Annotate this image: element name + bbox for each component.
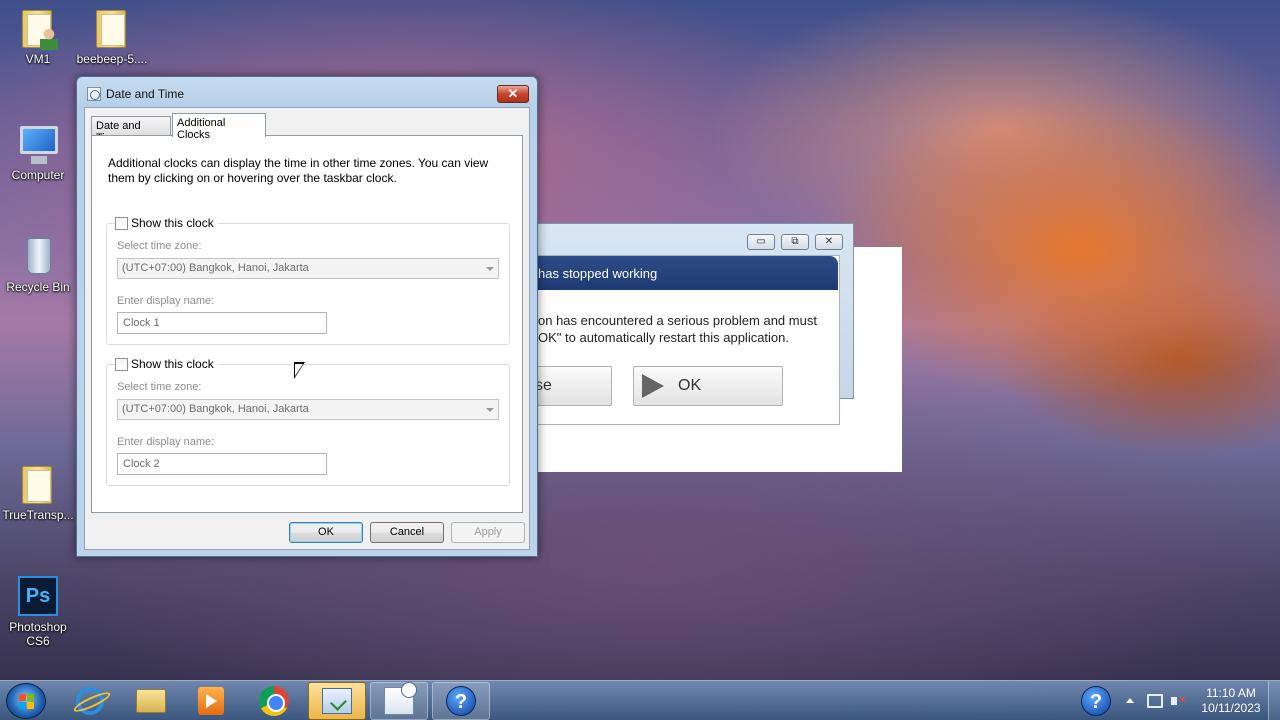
error-title: has stopped working (538, 256, 838, 290)
ok-button[interactable]: OK (289, 522, 363, 543)
desktop-icon-beebeep[interactable]: beebeep-5.... (74, 6, 150, 66)
timezone-label: Select time zone: (117, 381, 202, 393)
date-time-app-icon (322, 688, 352, 714)
error-message-line: on has encountered a serious problem and… (538, 313, 817, 328)
taskbar: ? ? 11:10 AM 10/11/2023 (0, 680, 1280, 720)
minimize-button[interactable]: ▭ (747, 234, 775, 250)
tray-time: 11:10 AM (1206, 686, 1256, 700)
play-icon (642, 374, 664, 398)
show-hidden-icons-button[interactable] (1126, 698, 1134, 703)
show-clock-label: Show this clock (131, 216, 214, 230)
taskbar-chrome[interactable] (245, 682, 303, 720)
error-ok-button[interactable]: OK (633, 366, 783, 406)
desktop-icon-vm1[interactable]: VM1 (0, 6, 76, 66)
help-icon: ? (1081, 686, 1111, 716)
cancel-button[interactable]: Cancel (370, 522, 444, 543)
folder-icon (90, 6, 134, 50)
tab-additional-clocks[interactable]: Additional Clocks (172, 113, 266, 141)
dialog-body: Date and Time Additional Clocks Addition… (84, 107, 530, 550)
taskbar-file-explorer[interactable] (122, 682, 180, 720)
display-name-input-2[interactable]: Clock 2 (117, 453, 327, 475)
desktop-icon-truetransp[interactable]: TrueTransp... (0, 462, 76, 522)
restore-button[interactable]: ⧉ (781, 234, 809, 250)
chevron-down-icon (486, 267, 494, 271)
clock-app-icon (384, 682, 417, 715)
clock-group-2: Show this clock Select time zone: (UTC+0… (106, 357, 510, 486)
timezone-value: (UTC+07:00) Bangkok, Hanoi, Jakarta (122, 262, 309, 274)
timezone-select-1[interactable]: (UTC+07:00) Bangkok, Hanoi, Jakarta (117, 258, 499, 279)
file-explorer-icon (136, 689, 166, 713)
desktop-icon-label: VM1 (25, 52, 51, 66)
error-ok-label: OK (678, 377, 702, 394)
desktop-icon-photoshop[interactable]: Ps Photoshop CS6 (0, 574, 76, 648)
show-clock-1-checkbox[interactable]: Show this clock (115, 216, 218, 230)
error-message: on has encountered a serious problem and… (538, 312, 838, 346)
desktop-icon-label: beebeep-5.... (76, 52, 148, 66)
show-desktop-button[interactable] (1268, 681, 1280, 720)
tray-date: 10/11/2023 (1201, 701, 1261, 715)
additional-clocks-panel: Additional clocks can display the time i… (91, 135, 523, 513)
tray-help[interactable]: ? (1081, 686, 1111, 716)
timezone-value: (UTC+07:00) Bangkok, Hanoi, Jakarta (122, 403, 309, 415)
volume-muted-icon[interactable] (1171, 694, 1187, 708)
error-close-button[interactable]: se (534, 366, 612, 406)
display-name-input-1[interactable]: Clock 1 (117, 312, 327, 334)
taskbar-internet-explorer[interactable] (61, 682, 119, 720)
taskbar-date-time[interactable] (370, 682, 428, 720)
taskbar-help[interactable]: ? (432, 682, 490, 720)
description-text: Additional clocks can display the time i… (108, 156, 489, 185)
mouse-cursor-icon (294, 362, 305, 379)
checkbox-box[interactable] (115, 357, 128, 371)
timezone-select-2[interactable]: (UTC+07:00) Bangkok, Hanoi, Jakarta (117, 399, 499, 420)
chrome-icon (259, 686, 289, 716)
desktop-icon-label: Computer (11, 168, 65, 182)
computer-icon (16, 122, 60, 166)
tab-date-and-time[interactable]: Date and Time (91, 116, 171, 144)
apply-button[interactable]: Apply (451, 522, 525, 543)
folder-user-icon (16, 6, 60, 50)
error-message-line: OK" to automatically restart this applic… (538, 330, 790, 345)
tray-clock[interactable]: 11:10 AM 10/11/2023 (1196, 686, 1266, 716)
media-player-icon (198, 687, 224, 715)
desktop-icon-computer[interactable]: Computer (0, 122, 76, 182)
desktop-icon-recycle-bin[interactable]: Recycle Bin (0, 234, 76, 294)
help-icon: ? (446, 686, 476, 716)
desktop-icon-label: Recycle Bin (6, 280, 70, 294)
internet-explorer-icon (76, 687, 104, 715)
display-name-label: Enter display name: (117, 295, 215, 307)
taskbar-clock-app[interactable] (308, 682, 366, 720)
network-icon[interactable] (1147, 694, 1163, 708)
clock-group-1: Show this clock Select time zone: (UTC+0… (106, 216, 510, 345)
desktop-icon-label: TrueTransp... (2, 508, 74, 522)
photoshop-icon: Ps (16, 574, 60, 618)
dialog-title: Date and Time (106, 87, 185, 101)
chevron-down-icon (486, 408, 494, 412)
checkbox-box[interactable] (115, 216, 128, 230)
display-name-label: Enter display name: (117, 436, 215, 448)
timezone-label: Select time zone: (117, 240, 202, 252)
desktop-icon-label: Photoshop CS6 (9, 620, 67, 648)
error-close-window-button[interactable]: ✕ (815, 234, 843, 250)
start-button[interactable] (6, 683, 46, 719)
error-dialog: has stopped working on has encountered a… (534, 255, 840, 425)
show-clock-label: Show this clock (131, 357, 214, 371)
recycle-bin-icon (16, 234, 60, 278)
clock-icon (87, 87, 101, 101)
taskbar-media-player[interactable] (182, 682, 240, 720)
show-clock-2-checkbox[interactable]: Show this clock (115, 357, 218, 371)
dialog-close-button[interactable]: ✕ (497, 85, 529, 103)
folder-icon (16, 462, 60, 506)
date-time-dialog: Date and Time ✕ Date and Time Additional… (76, 76, 538, 557)
